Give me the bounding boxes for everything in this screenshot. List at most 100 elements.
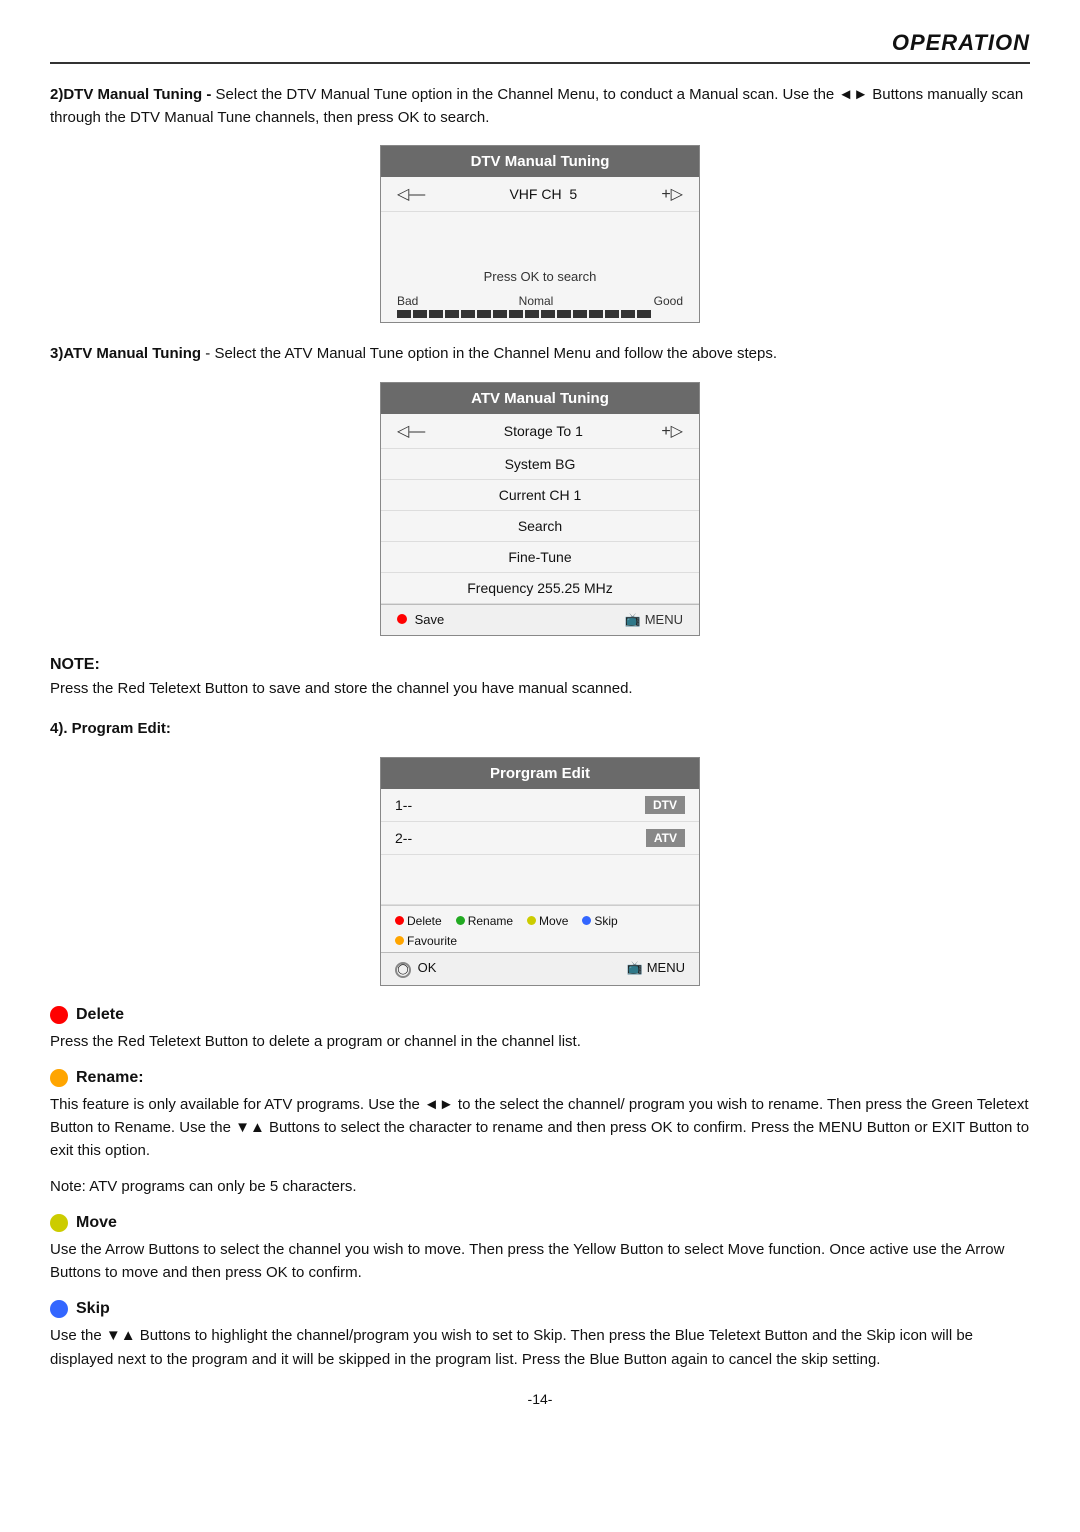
pe-favourite-btn: Favourite — [395, 934, 457, 948]
signal-good-label: Good — [654, 294, 683, 308]
atv-save-label: Save — [397, 612, 444, 627]
dtv-arrow-left[interactable]: ◁— — [397, 184, 425, 204]
sig-15 — [621, 310, 635, 318]
atv-fine-tune-row: Fine-Tune — [381, 542, 699, 573]
signal-bad-label: Bad — [397, 294, 418, 308]
atv-current-ch-row: Current CH 1 — [381, 480, 699, 511]
atv-menu-label: 📺 MENU — [625, 612, 683, 628]
move-dot-heading-icon — [50, 1214, 68, 1232]
section4-heading: 4). Program Edit: — [50, 720, 171, 737]
pe-move-btn: Move — [527, 914, 568, 928]
rename-heading-label: Rename: — [76, 1069, 144, 1087]
pe-ok-label: ◯ OK — [395, 960, 436, 978]
skip-dot-icon — [582, 916, 591, 925]
atv-dialog-title: ATV Manual Tuning — [381, 383, 699, 414]
atv-system-row: System BG — [381, 449, 699, 480]
pe-delete-btn: Delete — [395, 914, 442, 928]
pe-skip-btn: Skip — [582, 914, 617, 928]
atv-dialog-footer: Save 📺 MENU — [381, 604, 699, 635]
pe-row-1: 1-- DTV — [381, 789, 699, 822]
atv-dialog-wrapper: ATV Manual Tuning ◁— Storage To 1 +▷ Sys… — [50, 382, 1030, 636]
move-heading: Move — [50, 1214, 1030, 1232]
save-dot-icon — [397, 614, 407, 624]
pe-dialog: Prorgram Edit 1-- DTV 2-- ATV Delete Ren… — [380, 757, 700, 986]
skip-text: Use the ▼▲ Buttons to highlight the chan… — [50, 1324, 1030, 1371]
atv-search-row: Search — [381, 511, 699, 542]
dtv-signal-labels: Bad Nomal Good — [397, 294, 683, 308]
pe-row2-label: 2-- — [395, 830, 412, 846]
section2-text: 2)DTV Manual Tuning - Select the DTV Man… — [50, 84, 1030, 129]
atv-fine-tune-label: Fine-Tune — [508, 549, 571, 565]
favourite-dot-icon — [395, 936, 404, 945]
delete-dot-icon — [395, 916, 404, 925]
dtv-arrow-right[interactable]: +▷ — [661, 184, 683, 204]
section3-heading: 3)ATV Manual Tuning — [50, 345, 201, 362]
atv-arrow-left[interactable]: ◁— — [397, 421, 425, 441]
atv-arrow-right[interactable]: +▷ — [661, 421, 683, 441]
note-section: NOTE: Press the Red Teletext Button to s… — [50, 656, 1030, 701]
page-title: OPERATION — [892, 30, 1030, 55]
pe-ok-row: ◯ OK 📺 MENU — [381, 952, 699, 985]
sig-7 — [493, 310, 507, 318]
note-text: Press the Red Teletext Button to save an… — [50, 678, 1030, 701]
skip-heading-label: Skip — [76, 1300, 110, 1318]
atv-frequency-row: Frequency 255.25 MHz — [381, 573, 699, 604]
note-title: NOTE: — [50, 656, 1030, 674]
skip-dot-heading-icon — [50, 1300, 68, 1318]
rename-dot-icon — [456, 916, 465, 925]
delete-heading-label: Delete — [76, 1006, 124, 1024]
atv-storage-row: ◁— Storage To 1 +▷ — [381, 414, 699, 449]
ok-circle-icon: ◯ — [395, 962, 411, 978]
dtv-channel-row: ◁— VHF CH 5 +▷ — [381, 177, 699, 212]
dtv-dialog-wrapper: DTV Manual Tuning ◁— VHF CH 5 +▷ Press O… — [50, 145, 1030, 323]
sig-6 — [477, 310, 491, 318]
rename-note: Note: ATV programs can only be 5 charact… — [50, 1175, 1030, 1198]
dtv-signal-bar — [397, 310, 683, 318]
rename-dot-heading-icon — [50, 1069, 68, 1087]
rename-heading: Rename: — [50, 1069, 1030, 1087]
delete-dot-heading-icon — [50, 1006, 68, 1024]
rename-text: This feature is only available for ATV p… — [50, 1093, 1030, 1163]
dtv-dialog-title: DTV Manual Tuning — [381, 146, 699, 177]
section2-heading: 2)DTV Manual Tuning - — [50, 86, 211, 103]
sig-13 — [589, 310, 603, 318]
dtv-press-ok: Press OK to search — [381, 262, 699, 288]
sig-2 — [413, 310, 427, 318]
atv-system-label: System BG — [505, 456, 576, 472]
pe-footer-actions: Delete Rename Move Skip Favourite — [381, 905, 699, 952]
pe-dialog-wrapper: Prorgram Edit 1-- DTV 2-- ATV Delete Ren… — [50, 757, 1030, 986]
dtv-channel-label: VHF CH 5 — [509, 186, 577, 202]
pe-row1-label: 1-- — [395, 797, 412, 813]
move-text: Use the Arrow Buttons to select the chan… — [50, 1238, 1030, 1285]
pe-menu-label: 📺 MENU — [627, 960, 685, 978]
sig-4 — [445, 310, 459, 318]
dtv-signal-bar-row: Bad Nomal Good — [381, 288, 699, 322]
pe-dialog-title: Prorgram Edit — [381, 758, 699, 789]
atv-current-ch-label: Current CH 1 — [499, 487, 581, 503]
atv-storage-label: Storage To 1 — [504, 423, 583, 439]
sig-11 — [557, 310, 571, 318]
sig-5 — [461, 310, 475, 318]
delete-text: Press the Red Teletext Button to delete … — [50, 1030, 1030, 1053]
pe-row2-badge: ATV — [646, 829, 685, 847]
atv-search-label: Search — [518, 518, 562, 534]
pe-row1-badge: DTV — [645, 796, 685, 814]
atv-dialog: ATV Manual Tuning ◁— Storage To 1 +▷ Sys… — [380, 382, 700, 636]
signal-normal-label: Nomal — [519, 294, 554, 308]
pe-row-2: 2-- ATV — [381, 822, 699, 855]
page-header: OPERATION — [50, 30, 1030, 64]
sig-14 — [605, 310, 619, 318]
section3-text: 3)ATV Manual Tuning - Select the ATV Man… — [50, 343, 1030, 366]
sig-1 — [397, 310, 411, 318]
sig-16 — [637, 310, 651, 318]
dtv-empty-rows — [381, 212, 699, 262]
delete-heading: Delete — [50, 1006, 1030, 1024]
move-heading-label: Move — [76, 1214, 117, 1232]
dtv-dialog: DTV Manual Tuning ◁— VHF CH 5 +▷ Press O… — [380, 145, 700, 323]
sig-10 — [541, 310, 555, 318]
atv-frequency-label: Frequency 255.25 MHz — [467, 580, 613, 596]
skip-heading: Skip — [50, 1300, 1030, 1318]
section4-heading-text: 4). Program Edit: — [50, 718, 1030, 741]
pe-empty-rows — [381, 855, 699, 905]
page-number: -14- — [50, 1391, 1030, 1407]
